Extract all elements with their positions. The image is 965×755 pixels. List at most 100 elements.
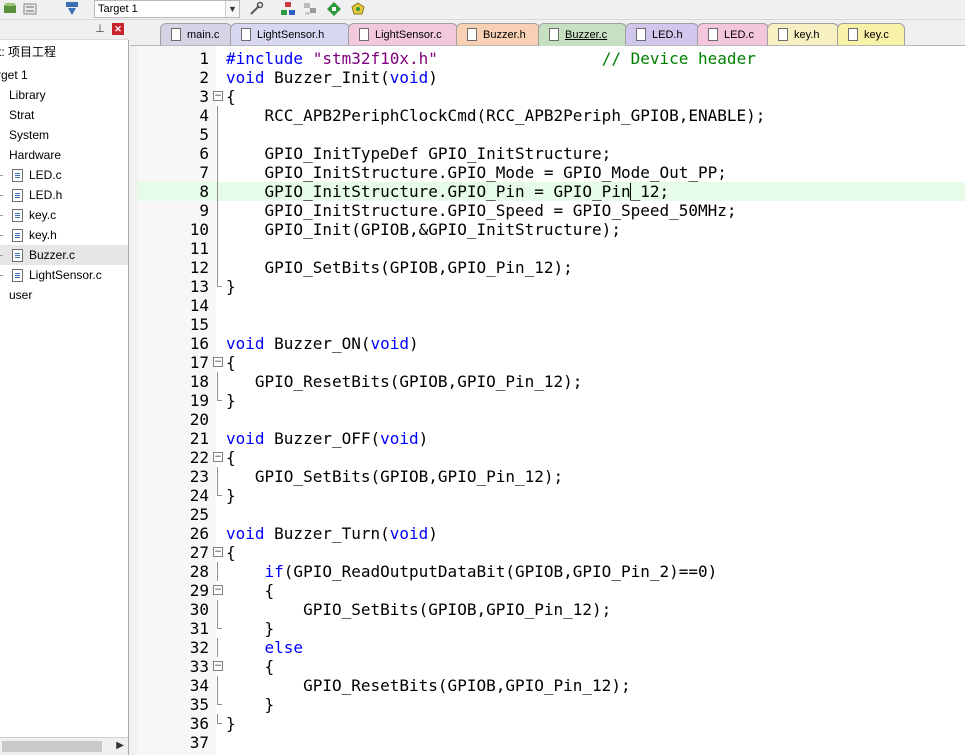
code-text[interactable]: GPIO_Init(GPIOB,&GPIO_InitStructure);	[226, 220, 621, 239]
pack-installer-icon[interactable]	[302, 1, 318, 17]
code-text[interactable]: GPIO_SetBits(GPIOB,GPIO_Pin_12);	[226, 258, 573, 277]
code-text[interactable]: {	[226, 87, 236, 106]
scrollbar-thumb[interactable]	[2, 741, 102, 752]
code-line: 34 GPIO_ResetBits(GPIOB,GPIO_Pin_12);	[137, 676, 965, 695]
tab-led-c[interactable]: LED.c	[697, 23, 769, 45]
code-text[interactable]: }	[226, 277, 236, 296]
code-text[interactable]: RCC_APB2PeriphClockCmd(RCC_APB2Periph_GP…	[226, 106, 766, 125]
code-text[interactable]: void Buzzer_Turn(void)	[226, 524, 438, 543]
tab-lightsensor-h[interactable]: LightSensor.h	[230, 23, 350, 45]
code-text[interactable]: void Buzzer_OFF(void)	[226, 429, 428, 448]
code-text[interactable]: #include "stm32f10x.h" // Device header	[226, 49, 756, 68]
code-text[interactable]: GPIO_ResetBits(GPIOB,GPIO_Pin_12);	[226, 676, 631, 695]
line-number: 23	[189, 467, 209, 486]
fold-toggle-icon[interactable]: −	[213, 661, 223, 671]
fold-toggle-icon[interactable]: −	[213, 452, 223, 462]
code-text[interactable]: GPIO_InitStructure.GPIO_Mode = GPIO_Mode…	[226, 163, 727, 182]
editor-tab-bar: main.c LightSensor.h LightSensor.c Buzzer.h…	[130, 20, 965, 46]
fold-toggle-icon[interactable]: −	[213, 357, 223, 367]
code-text[interactable]: GPIO_InitStructure.GPIO_Speed = GPIO_Spe…	[226, 201, 737, 220]
code-text[interactable]: else	[226, 638, 304, 657]
manage-project-items-icon[interactable]	[326, 1, 342, 17]
manage-components-icon[interactable]	[280, 1, 296, 17]
code-text[interactable]: GPIO_SetBits(GPIOB,GPIO_Pin_12);	[226, 467, 563, 486]
tab-buzzer-c[interactable]: Buzzer.c	[538, 23, 627, 46]
tab-label: main.c	[187, 29, 220, 41]
code-text[interactable]: void Buzzer_ON(void)	[226, 334, 419, 353]
target-select[interactable]: Target 1 ▼	[94, 0, 240, 18]
code-line: 19}	[137, 391, 965, 410]
tab-main-c[interactable]: main.c	[160, 23, 232, 45]
code-token: GPIO_InitStructure.GPIO_Speed = GPIO_Spe…	[226, 201, 737, 220]
code-text[interactable]: if(GPIO_ReadOutputDataBit(GPIOB,GPIO_Pin…	[226, 562, 718, 581]
target-options-icon[interactable]	[248, 1, 264, 17]
code-line: 13}	[137, 277, 965, 296]
tree-item[interactable]: LED.h	[0, 185, 62, 205]
pin-icon[interactable]: ⊥	[94, 23, 106, 35]
code-text[interactable]: }	[226, 486, 236, 505]
keyword-token: void	[389, 524, 429, 543]
code-editor[interactable]: 1 #include "stm32f10x.h" // Device header…	[137, 46, 965, 755]
fold-guide	[217, 106, 218, 125]
tab-buzzer-h[interactable]: Buzzer.h	[456, 23, 540, 45]
code-text[interactable]: {	[226, 448, 236, 467]
code-line: 15	[137, 315, 965, 334]
tree-item[interactable]: t: 项目工程	[0, 42, 58, 62]
tab-label: Buzzer.c	[565, 29, 608, 41]
c-file-icon	[12, 269, 23, 282]
code-text[interactable]: }	[226, 714, 236, 733]
code-text[interactable]: void Buzzer_Init(void)	[226, 68, 438, 87]
code-line: 24}	[137, 486, 965, 505]
tab-key-c[interactable]: key.c	[837, 23, 905, 45]
code-token: {	[226, 657, 275, 676]
debug-options-icon[interactable]	[350, 1, 366, 17]
tree-item[interactable]: Buzzer.c	[0, 245, 128, 265]
tree-item[interactable]: key.c	[0, 205, 56, 225]
keyword-token: void	[226, 68, 265, 87]
code-text[interactable]: {	[226, 353, 236, 372]
tree-item[interactable]: LightSensor.c	[0, 265, 102, 285]
code-token: GPIO_SetBits(GPIOB,GPIO_Pin_12);	[226, 258, 573, 277]
code-line: 12 GPIO_SetBits(GPIOB,GPIO_Pin_12);	[137, 258, 965, 277]
rebuild-icon[interactable]	[22, 1, 38, 17]
close-icon[interactable]: ✕	[112, 23, 124, 35]
line-number: 13	[189, 277, 209, 296]
tree-item[interactable]: System	[0, 125, 49, 145]
tab-label: Buzzer.h	[483, 29, 526, 41]
c-file-icon	[12, 229, 23, 242]
file-icon	[848, 28, 858, 41]
fold-end-guide	[217, 391, 222, 401]
tree-item[interactable]: Library	[0, 85, 46, 105]
code-text[interactable]: }	[226, 619, 275, 638]
tree-item[interactable]: key.h	[0, 225, 57, 245]
tab-label: LED.h	[652, 29, 683, 41]
tab-led-h[interactable]: LED.h	[625, 23, 699, 45]
code-text[interactable]: GPIO_InitTypeDef GPIO_InitStructure;	[226, 144, 612, 163]
tree-item[interactable]: Hardware	[0, 145, 61, 165]
tree-item[interactable]: LED.c	[0, 165, 62, 185]
fold-toggle-icon[interactable]: −	[213, 547, 223, 557]
fold-end-guide	[217, 695, 222, 705]
tab-lightsensor-c[interactable]: LightSensor.c	[348, 23, 458, 45]
code-text[interactable]: GPIO_ResetBits(GPIOB,GPIO_Pin_12);	[226, 372, 583, 391]
code-text[interactable]: }	[226, 695, 275, 714]
fold-toggle-icon[interactable]: −	[213, 585, 223, 595]
code-text[interactable]: GPIO_InitStructure.GPIO_Pin = GPIO_Pin_1…	[226, 182, 670, 201]
tab-key-h[interactable]: key.h	[767, 23, 839, 45]
code-text[interactable]: {	[226, 657, 275, 676]
code-text[interactable]: }	[226, 391, 236, 410]
download-load-icon[interactable]	[64, 1, 80, 17]
tree-item[interactable]: rget 1	[0, 65, 31, 85]
code-text[interactable]: {	[226, 543, 236, 562]
tree-item[interactable]: Strat	[0, 105, 34, 125]
fold-toggle-icon[interactable]: −	[213, 91, 223, 101]
scroll-right-icon[interactable]: ▶	[116, 740, 124, 751]
code-line: 28 if(GPIO_ReadOutputDataBit(GPIOB,GPIO_…	[137, 562, 965, 581]
code-text[interactable]: {	[226, 581, 275, 600]
fold-end-guide	[217, 714, 222, 724]
chevron-down-icon[interactable]: ▼	[225, 1, 239, 17]
code-text[interactable]: GPIO_SetBits(GPIOB,GPIO_Pin_12);	[226, 600, 611, 619]
load-layers-icon[interactable]	[2, 1, 18, 17]
horizontal-scrollbar[interactable]: ▶	[0, 737, 128, 755]
tree-item[interactable]: user	[0, 285, 32, 305]
